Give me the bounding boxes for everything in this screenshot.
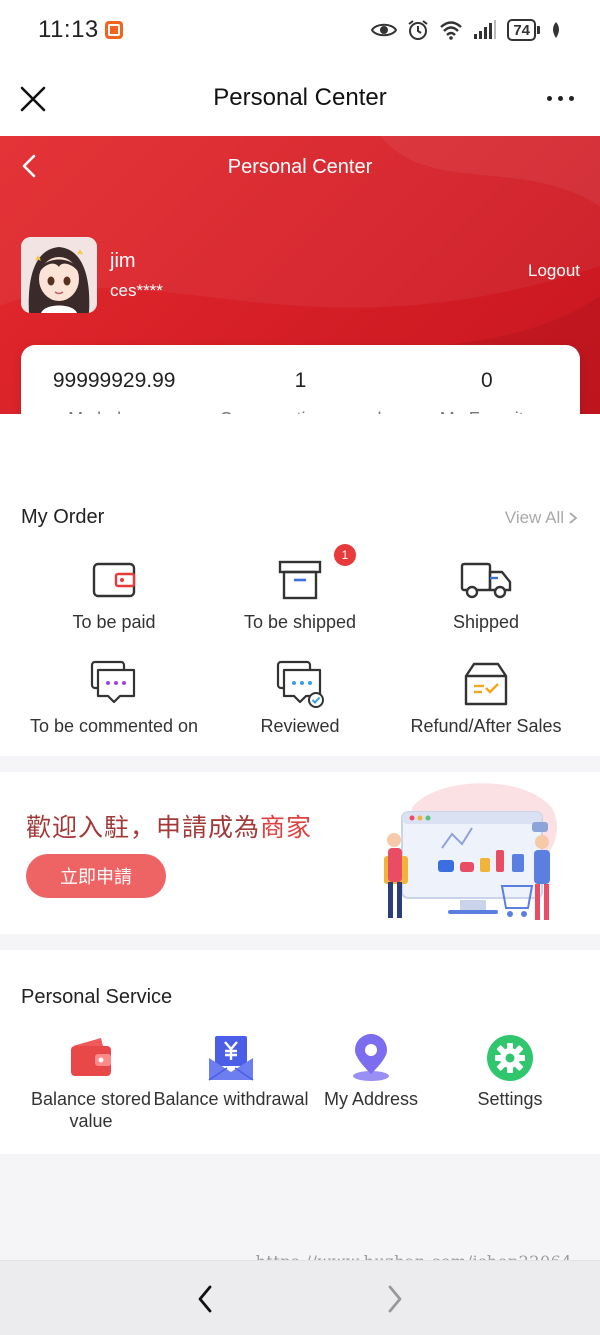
leaf-icon [553, 22, 559, 38]
nav-back-icon[interactable] [192, 1283, 220, 1315]
stat-value: 0 [480, 369, 493, 392]
view-all-label: View All [504, 508, 564, 527]
status-time: 11:13 [38, 16, 99, 43]
service-settings[interactable]: Settings [430, 1034, 590, 1110]
apply-now-button[interactable]: 立即申請 [26, 854, 166, 898]
wifi-icon [440, 21, 463, 40]
service-label: My Address [323, 1089, 419, 1109]
signal-icon [474, 20, 497, 39]
service-label: Balance stored value [30, 1089, 152, 1131]
more-options-icon[interactable] [547, 96, 574, 101]
wallet-red-icon [71, 1038, 111, 1076]
app-nav-bar: Personal Center [0, 60, 600, 136]
settings-gear-icon [487, 1035, 533, 1081]
order-to-be-paid[interactable]: To be paid [14, 556, 214, 633]
order-label: Reviewed [260, 716, 340, 736]
user-id: ces**** [110, 281, 163, 300]
stat-value: 99999929.99 [52, 369, 176, 392]
status-icons: 74 [371, 19, 562, 41]
truck-icon [460, 562, 512, 599]
my-order-section: My Order View All To be paid 1 To be shi… [0, 414, 600, 756]
order-reviewed[interactable]: Reviewed [200, 660, 400, 737]
nav-forward-icon[interactable] [380, 1283, 408, 1315]
status-bar: 11:13 74 [0, 0, 600, 60]
banner-slogan-main: 歡迎入駐，申請成為 [26, 813, 261, 842]
service-my-address[interactable]: My Address [291, 1034, 451, 1110]
order-label: To be commented on [29, 716, 199, 736]
battery-indicator: 74 [507, 19, 540, 41]
stat-value: 1 [294, 369, 307, 392]
personal-service-section: Personal Service Balance stored value Ba… [0, 950, 600, 1154]
box-icon: 1 [276, 544, 356, 604]
service-label: Settings [477, 1089, 543, 1109]
app-title: Personal Center [213, 84, 387, 111]
order-label: To be shipped [243, 612, 357, 632]
wallet-icon [92, 562, 136, 598]
chevron-right-icon [569, 512, 578, 524]
username: jim [110, 250, 136, 272]
avatar[interactable] [21, 237, 97, 313]
banner-slogan-highlight: 商家 [260, 813, 313, 842]
refund-box-icon [464, 662, 508, 706]
service-balance-stored-value[interactable]: Balance stored value [11, 1034, 171, 1132]
app-notification-icon [104, 21, 123, 39]
merchant-banner[interactable]: 歡迎入駐，申請成為商家 立即申請 [0, 772, 600, 934]
battery-level: 74 [507, 19, 536, 41]
service-label: Balance withdrawal [153, 1089, 309, 1109]
service-balance-withdrawal[interactable]: Balance withdrawal [151, 1034, 311, 1110]
order-shipped[interactable]: Shipped [386, 556, 586, 633]
section-title-personal-service: Personal Service [21, 986, 173, 1008]
order-to-be-shipped[interactable]: 1 To be shipped [200, 544, 400, 633]
order-label: To be paid [72, 612, 156, 632]
banner-slogan: 歡迎入駐，申請成為商家 [26, 808, 312, 844]
order-label: Shipped [452, 612, 520, 632]
browser-bottom-nav [0, 1260, 600, 1335]
close-icon[interactable] [18, 84, 48, 114]
yuan-envelope-icon [208, 1036, 254, 1081]
location-pin-icon [353, 1034, 389, 1081]
shipped-count-badge: 1 [334, 544, 356, 566]
order-to-be-commented[interactable]: To be commented on [14, 660, 214, 737]
order-refund-after-sales[interactable]: Refund/After Sales [386, 660, 586, 737]
header-title: Personal Center [227, 156, 373, 178]
logout-button[interactable]: Logout [528, 261, 580, 281]
alarm-icon [408, 20, 428, 40]
shopping-illustration [384, 783, 557, 920]
order-label: Refund/After Sales [410, 716, 562, 736]
reviewed-comment-icon [276, 660, 324, 708]
comment-icon [90, 660, 136, 704]
eye-icon [371, 23, 398, 37]
section-title-my-order: My Order [21, 506, 105, 528]
view-all-link[interactable]: View All [505, 508, 578, 528]
